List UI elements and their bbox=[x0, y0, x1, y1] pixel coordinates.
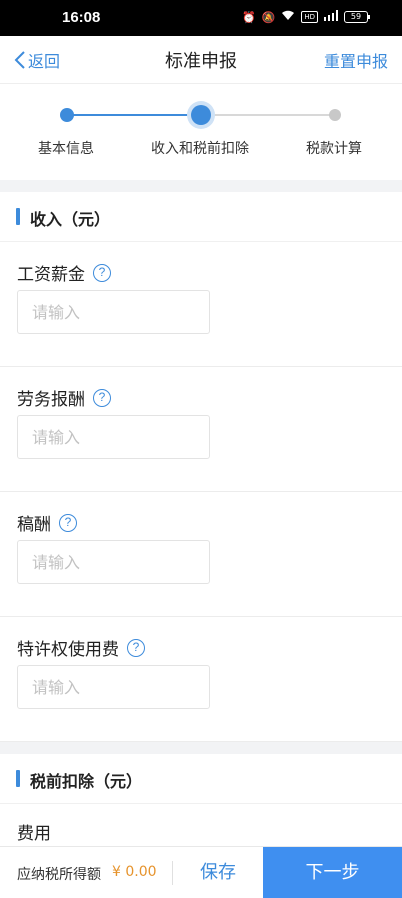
labor-remuneration-label: 劳务报酬 bbox=[17, 390, 85, 410]
section-accent-bar bbox=[16, 208, 20, 225]
deduction-section-title: 税前扣除（元） bbox=[30, 772, 143, 791]
author-remuneration-label: 稿酬 bbox=[17, 515, 51, 535]
field-royalty: 特许权使用费 ? bbox=[0, 617, 402, 742]
labor-remuneration-input[interactable] bbox=[17, 415, 210, 459]
income-section-header: 收入（元） bbox=[0, 192, 402, 242]
help-icon[interactable]: ? bbox=[127, 638, 145, 657]
help-icon[interactable]: ? bbox=[93, 263, 111, 282]
progress-stepper: 基本信息 收入和税前扣除 税款计算 bbox=[0, 84, 402, 180]
taxable-income-value: ¥ 0.00 bbox=[112, 864, 157, 880]
royalty-input[interactable] bbox=[17, 665, 210, 709]
income-section-title: 收入（元） bbox=[30, 210, 111, 229]
reset-declaration-button[interactable]: 重置申报 bbox=[324, 48, 388, 72]
author-remuneration-input[interactable] bbox=[17, 540, 210, 584]
save-button[interactable]: 保存 bbox=[173, 847, 263, 898]
status-time: 16:08 bbox=[62, 9, 101, 26]
step-dot-tax-calc bbox=[329, 109, 341, 121]
field-label: 劳务报酬 ? bbox=[17, 385, 111, 410]
field-label: 稿酬 ? bbox=[17, 510, 77, 535]
status-icons: ⏰ 🔕 HD 59 bbox=[241, 10, 370, 24]
salary-label: 工资薪金 bbox=[17, 265, 85, 285]
step-dot-basic-info bbox=[60, 108, 74, 122]
deduction-section-header: 税前扣除（元） bbox=[0, 754, 402, 804]
field-label: 特许权使用费 ? bbox=[17, 635, 145, 660]
next-step-button[interactable]: 下一步 bbox=[263, 847, 402, 898]
hd-icon: HD bbox=[301, 11, 318, 23]
royalty-label: 特许权使用费 bbox=[17, 640, 119, 660]
field-label: 工资薪金 ? bbox=[17, 260, 111, 285]
step-label-basic-info: 基本信息 bbox=[38, 141, 94, 157]
mute-icon: 🔕 bbox=[261, 10, 276, 24]
battery-icon: 59 bbox=[344, 11, 370, 23]
step-connector-pending bbox=[201, 114, 335, 116]
section-gap bbox=[0, 742, 402, 754]
field-author-remuneration: 稿酬 ? bbox=[0, 492, 402, 617]
wifi-icon bbox=[281, 10, 295, 24]
status-bar: 16:08 ⏰ 🔕 HD 59 bbox=[0, 0, 402, 36]
section-gap bbox=[0, 180, 402, 192]
field-labor-remuneration: 劳务报酬 ? bbox=[0, 367, 402, 492]
signal-icon bbox=[324, 10, 338, 24]
step-connector-done bbox=[67, 114, 201, 116]
salary-input[interactable] bbox=[17, 290, 210, 334]
section-accent-bar bbox=[16, 770, 20, 787]
taxable-income-label: 应纳税所得额 bbox=[17, 867, 101, 883]
nav-bar: 返回 标准申报 重置申报 bbox=[0, 36, 402, 84]
step-label-income: 收入和税前扣除 bbox=[151, 141, 249, 157]
alarm-icon: ⏰ bbox=[241, 10, 256, 24]
expense-label: 费用 bbox=[17, 824, 51, 844]
bottom-action-bar: 应纳税所得额 ¥ 0.00 保存 下一步 bbox=[0, 846, 402, 898]
field-salary: 工资薪金 ? bbox=[0, 242, 402, 367]
help-icon[interactable]: ? bbox=[93, 388, 111, 407]
step-label-tax-calc: 税款计算 bbox=[306, 141, 362, 157]
help-icon[interactable]: ? bbox=[59, 513, 77, 532]
step-dot-income bbox=[191, 105, 211, 125]
